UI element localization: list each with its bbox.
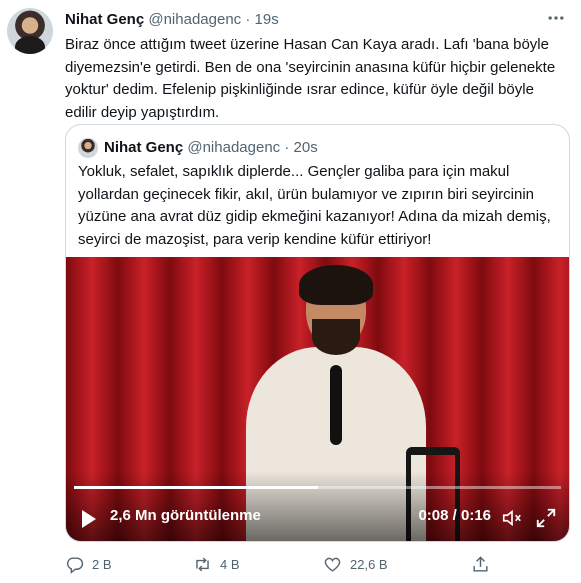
video-frame-hair [299,265,373,305]
tweet-header: Nihat Genç @nihadagenc · 19s [65,10,279,30]
reply-icon [66,556,84,574]
quote-header: Nihat Genç @nihadagenc · 20s [104,137,318,159]
heart-icon [324,557,341,572]
video-progress-fill [74,486,318,489]
video-frame-beard [312,319,360,355]
quote-author-handle: @nihadagenc [187,139,281,156]
like-count: 22,6 B [350,556,388,572]
share-action[interactable] [471,553,490,575]
video-time: 0:08 / 0:16 [418,507,491,524]
author-avatar[interactable] [7,8,53,54]
quote-author-avatar [78,138,98,158]
tweet-actions: 2 B 4 B 22,6 B [65,553,565,575]
author-name[interactable]: Nihat Genç [65,11,144,28]
like-action[interactable]: 22,6 B [323,553,388,575]
video-views: 2,6 Mn görüntülenme [110,507,261,524]
author-handle[interactable]: @nihadagenc [148,11,241,28]
quote-header-separator: · [284,139,290,156]
video-controls: 2,6 Mn görüntülenme 0:08 / 0:16 [66,503,569,533]
quote-time: 20s [293,139,318,156]
retweet-action[interactable]: 4 B [193,553,240,575]
retweet-count: 4 B [220,556,240,572]
video-progress-bar[interactable] [74,486,561,489]
share-icon [473,555,488,572]
quoted-tweet[interactable]: Nihat Genç @nihadagenc · 20s Yokluk, sef… [65,124,570,542]
video-player[interactable]: 2,6 Mn görüntülenme 0:08 / 0:16 [66,257,569,541]
volume-muted-icon[interactable] [501,507,525,529]
header-separator: · [245,11,251,28]
reply-action[interactable]: 2 B [65,553,112,575]
quote-author-name: Nihat Genç [104,139,184,156]
video-frame-microphone [330,365,342,445]
retweet-icon [196,557,209,571]
tweet-text: Biraz önce attığım tweet üzerine Hasan C… [65,36,556,121]
quote-text: Yokluk, sefalet, sapıklık diplerde... Ge… [78,163,551,248]
reply-count: 2 B [92,556,112,572]
play-icon[interactable] [82,510,96,528]
more-horizontal-icon[interactable] [545,8,567,30]
fullscreen-icon[interactable] [535,507,557,529]
tweet-time[interactable]: 19s [255,11,279,28]
